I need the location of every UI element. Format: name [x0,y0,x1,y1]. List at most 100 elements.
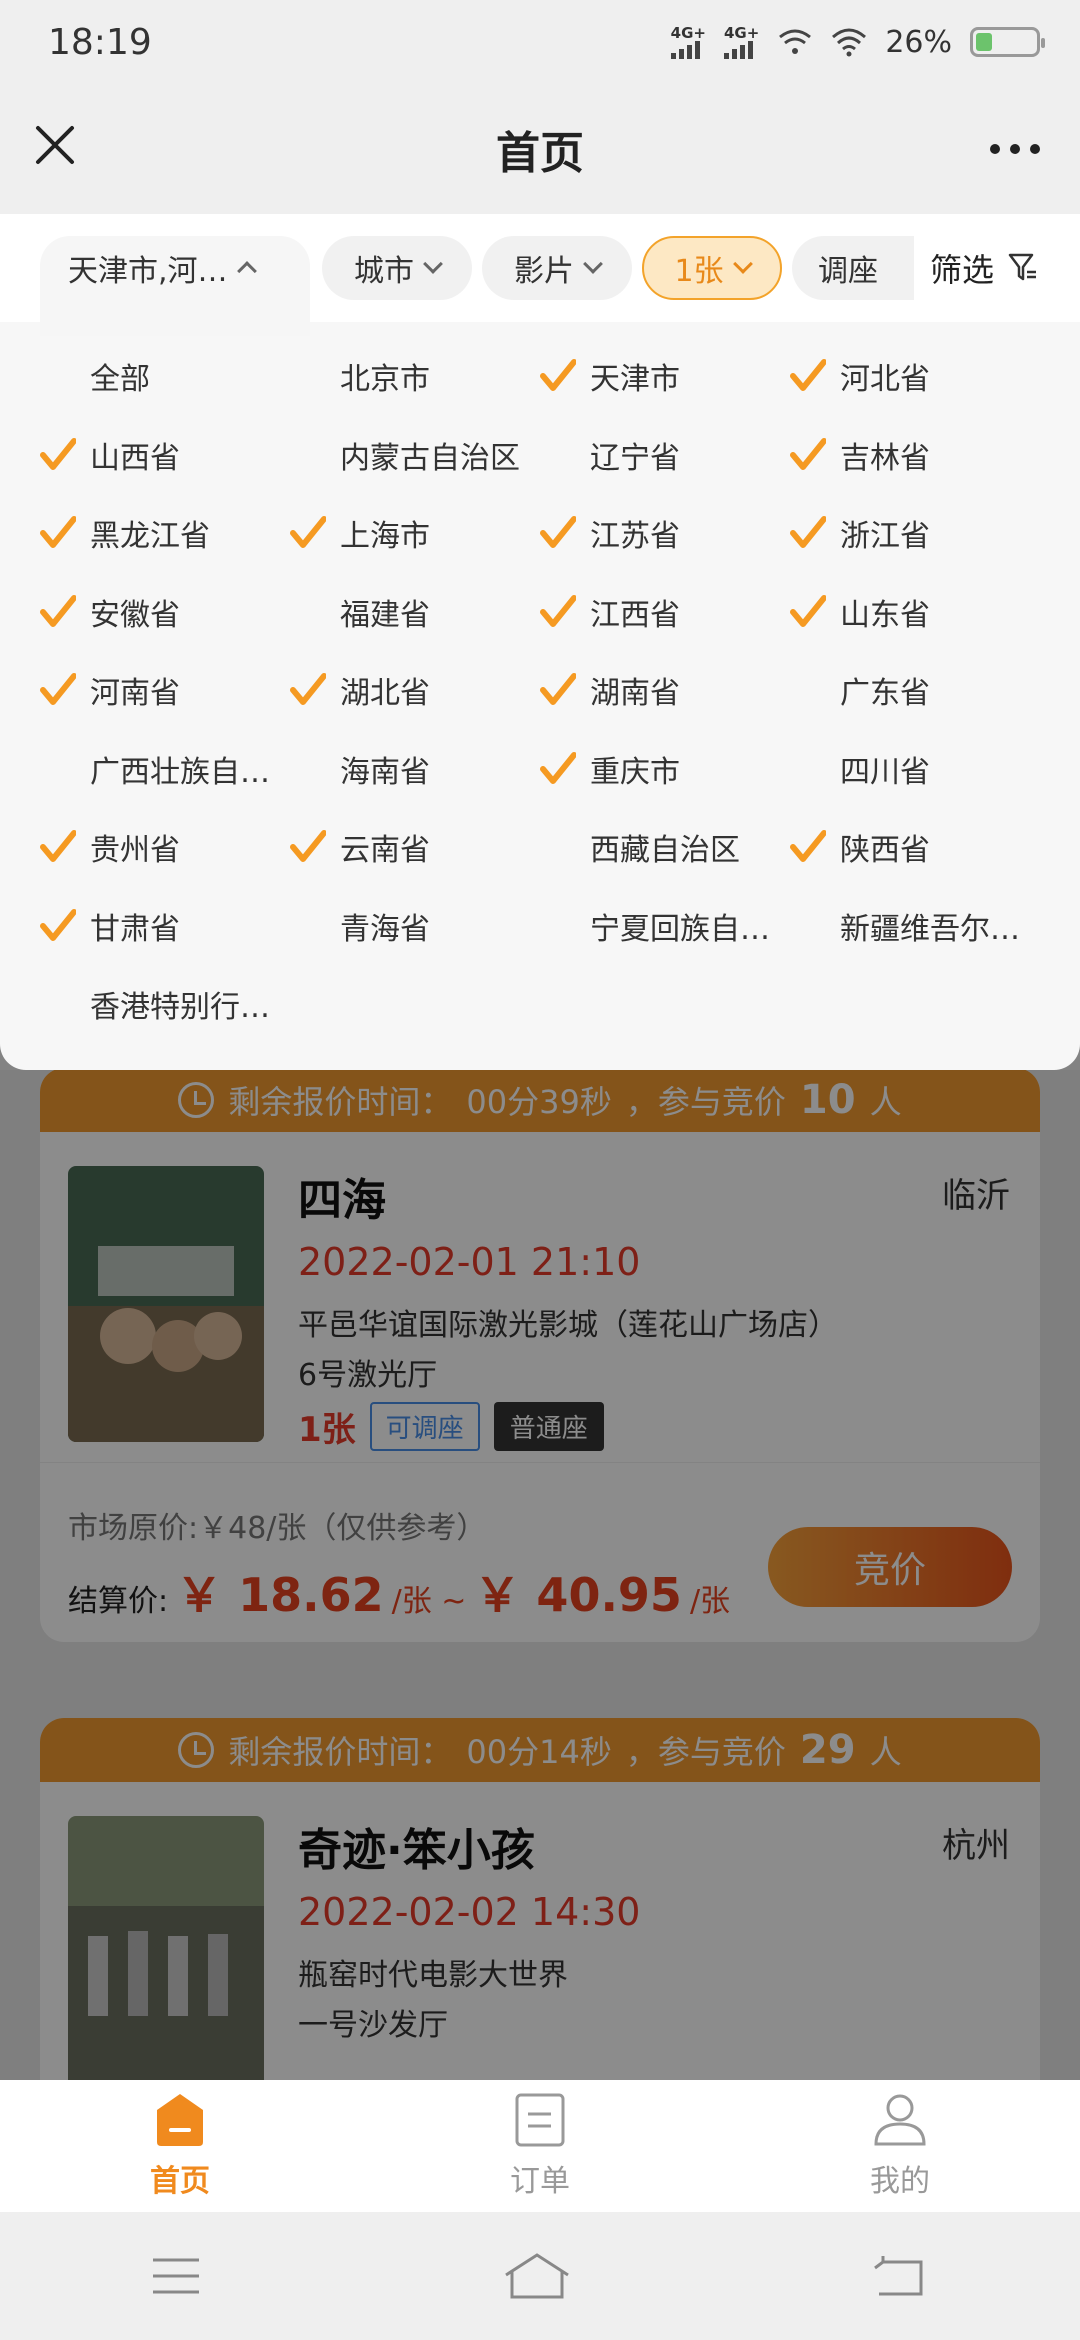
region-option-label: 陕西省 [840,833,930,868]
region-option[interactable]: 重庆市 [540,739,680,799]
region-option[interactable]: 辽宁省 [590,425,680,485]
order-icon [515,2093,565,2147]
network-type-label-2: 4G+ [723,23,760,42]
region-option[interactable]: 青海省 [340,896,430,956]
region-option[interactable]: 山东省 [790,582,930,642]
menu-icon[interactable] [149,2254,203,2298]
region-option-label: 湖南省 [590,676,680,711]
region-option-label: 新疆维吾尔… [840,911,1020,947]
network-type-label: 4G+ [670,23,706,42]
tab-profile[interactable]: 我的 [720,2080,1080,2212]
region-option[interactable]: 宁夏回族自… [590,896,770,956]
region-option-label: 河北省 [840,362,930,397]
home-icon [157,2094,203,2146]
region-option-label: 青海省 [340,911,430,947]
checkmark-icon [790,437,826,470]
region-option-label: 河南省 [90,676,180,711]
region-option-label: 江苏省 [590,519,680,554]
region-option[interactable]: 新疆维吾尔… [840,896,1020,956]
region-option[interactable]: 贵州省 [40,817,180,877]
checkmark-icon [40,830,76,862]
tab-profile-label: 我的 [870,2164,930,2199]
region-option[interactable]: 全部 [90,346,150,406]
city-filter-chip[interactable]: 城市 [322,236,472,300]
region-option[interactable]: 江西省 [540,582,680,642]
region-option[interactable]: 浙江省 [790,503,930,563]
region-option[interactable]: 海南省 [340,739,430,799]
seat-filter-chip[interactable]: 调座 [792,236,922,300]
region-option-label: 贵州省 [90,833,180,868]
region-option[interactable]: 甘肃省 [40,896,180,956]
more-icon[interactable] [990,144,1040,154]
home-nav-icon[interactable] [502,2251,572,2301]
region-option-label: 山东省 [840,597,930,633]
region-option[interactable]: 四川省 [840,739,930,799]
region-option-label: 湖北省 [340,676,430,711]
checkmark-icon [40,908,76,941]
region-option[interactable]: 西藏自治区 [590,817,740,877]
chevron-down-icon [423,254,443,274]
region-option-label: 甘肃省 [90,911,180,947]
region-option[interactable]: 河北省 [790,346,930,406]
movie-filter-label: 影片 [514,254,574,289]
ticket-count-label: 1张 [674,254,724,289]
checkmark-icon [540,359,576,391]
chevron-down-icon [732,254,753,274]
wifi-add-icon [779,29,812,54]
page-title: 首页 [496,128,584,179]
checkmark-icon [290,516,326,548]
region-filter-label: 天津市,河… [68,254,228,289]
region-option[interactable]: 湖南省 [540,660,680,720]
region-option[interactable]: 北京市 [340,346,430,406]
region-option-label: 安徽省 [90,597,180,633]
region-option[interactable]: 山西省 [40,425,180,485]
region-option[interactable]: 云南省 [290,817,430,877]
region-option-label: 四川省 [840,754,930,790]
region-option[interactable]: 陕西省 [790,817,930,877]
bottom-tab-bar: 首页 订单 我的 [0,2080,1080,2212]
checkmark-icon [40,594,76,627]
system-nav-bar [0,2212,1080,2340]
region-option-label: 内蒙古自治区 [340,440,520,476]
close-icon[interactable] [30,120,80,170]
region-option[interactable]: 安徽省 [40,582,180,642]
region-option[interactable]: 吉林省 [790,425,930,485]
region-option[interactable]: 内蒙古自治区 [340,425,520,485]
filter-button[interactable]: 筛选 [913,236,1038,300]
region-option[interactable]: 江苏省 [540,503,680,563]
city-filter-label: 城市 [354,254,414,289]
tab-orders-label: 订单 [510,2164,570,2199]
region-option[interactable]: 黑龙江省 [40,503,210,563]
tab-home[interactable]: 首页 [0,2080,360,2212]
ticket-count-chip[interactable]: 1张 [642,236,782,300]
movie-filter-chip[interactable]: 影片 [482,236,632,300]
checkmark-icon [40,437,76,470]
region-option[interactable]: 福建省 [340,582,430,642]
region-filter-chip[interactable]: 天津市,河… [40,236,310,336]
region-option[interactable]: 上海市 [290,503,430,563]
region-option[interactable]: 广西壮族自… [90,739,270,799]
region-option-label: 广东省 [840,676,930,711]
chevron-down-icon [583,254,603,274]
region-option[interactable]: 天津市 [540,346,680,406]
region-option-label: 广西壮族自… [90,754,270,790]
checkmark-icon [790,516,826,548]
region-option-label: 福建省 [340,597,430,633]
region-option-label: 黑龙江省 [90,519,210,554]
region-option[interactable]: 香港特别行… [90,974,270,1034]
region-option[interactable]: 广东省 [840,660,930,720]
tab-home-label: 首页 [150,2164,210,2199]
region-option-label: 西藏自治区 [590,833,740,868]
region-dropdown: 全部 北京市 天津市 河北省山西省 内蒙古自治区 辽宁省 吉林省黑龙江省 上海市 江苏省 浙江省安… [0,322,1080,1070]
tab-orders[interactable]: 订单 [360,2080,720,2212]
region-option[interactable]: 湖北省 [290,660,430,720]
status-time: 18:19 [48,21,152,63]
region-option-label: 吉林省 [840,440,930,476]
region-option[interactable]: 河南省 [40,660,180,720]
checkmark-icon [540,751,576,784]
back-icon[interactable] [871,2254,931,2298]
filter-icon [1008,253,1036,281]
region-option-label: 北京市 [340,362,430,397]
region-option-label: 海南省 [340,754,430,790]
region-option-label: 宁夏回族自… [590,911,770,947]
